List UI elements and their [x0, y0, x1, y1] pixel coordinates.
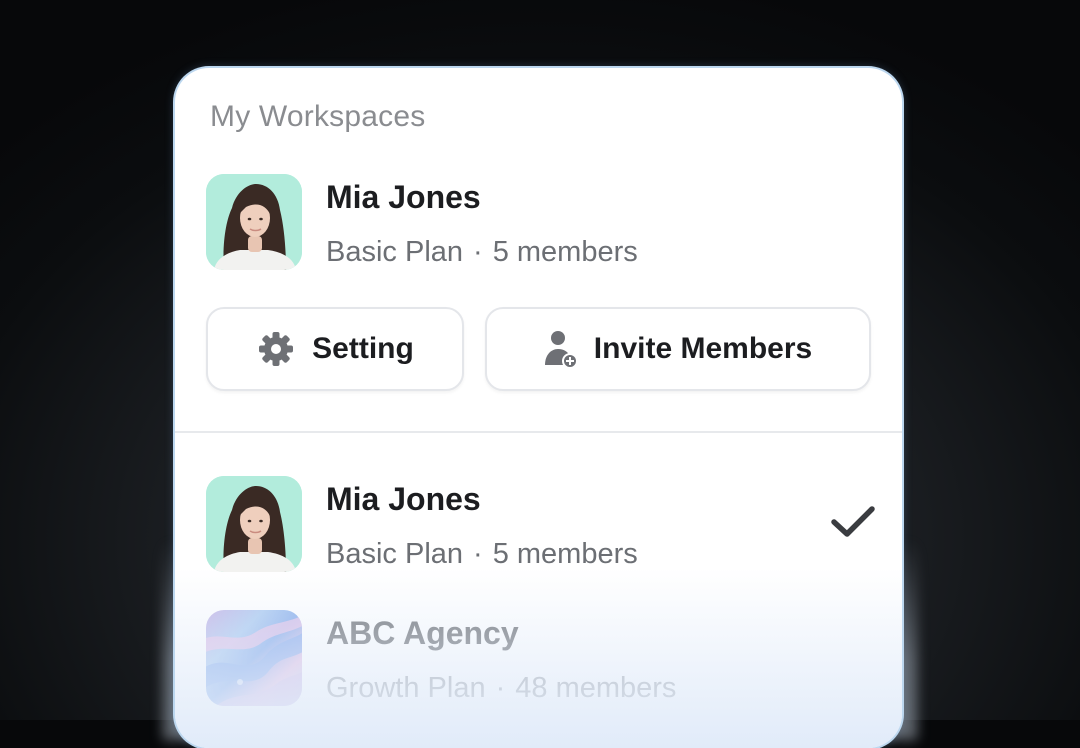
- add-user-icon: [544, 329, 578, 369]
- workspace-plan: Growth Plan: [326, 672, 486, 704]
- workspace-avatar: [206, 610, 302, 706]
- workspace-list-item[interactable]: Mia Jones Basic Plan · 5 members: [206, 476, 876, 576]
- workspace-plan: Basic Plan: [326, 538, 464, 570]
- workspace-avatar: [206, 476, 302, 572]
- workspace-members: 5 members: [492, 538, 638, 570]
- checkmark-icon: [830, 504, 876, 545]
- workspace-panel: My Workspaces Mia Jones Basic Plan · 5 mem…: [175, 68, 902, 748]
- abstract-art-icon: [206, 615, 302, 706]
- meta-separator: ·: [473, 236, 483, 268]
- setting-label: Setting: [312, 332, 414, 365]
- workspace-name: Mia Jones: [326, 481, 481, 517]
- workspace-avatar: [206, 174, 302, 270]
- profile-photo-icon: [206, 476, 302, 572]
- workspace-members: 5 members: [492, 236, 638, 268]
- invite-members-button[interactable]: Invite Members: [485, 307, 871, 391]
- panel-title: My Workspaces: [210, 100, 426, 133]
- setting-button[interactable]: Setting: [206, 307, 464, 391]
- workspace-name: Mia Jones: [326, 179, 481, 215]
- meta-separator: ·: [473, 538, 483, 570]
- meta-separator: ·: [495, 672, 506, 704]
- invite-label: Invite Members: [593, 332, 813, 365]
- workspace-name: ABC Agency: [326, 615, 519, 651]
- workspace-meta: Growth Plan · 48 members: [326, 672, 676, 705]
- workspace-meta: Basic Plan · 5 members: [326, 538, 638, 571]
- current-workspace: Mia Jones Basic Plan · 5 members: [206, 174, 876, 274]
- profile-photo-icon: [206, 174, 302, 270]
- workspace-meta: Basic Plan · 5 members: [326, 236, 638, 269]
- workspace-plan: Basic Plan: [326, 236, 464, 268]
- gear-icon: [256, 329, 296, 369]
- workspace-list-item[interactable]: ABC Agency Growth Plan · 48 members: [206, 610, 876, 710]
- section-divider: [175, 431, 902, 433]
- workspace-members: 48 members: [515, 672, 677, 704]
